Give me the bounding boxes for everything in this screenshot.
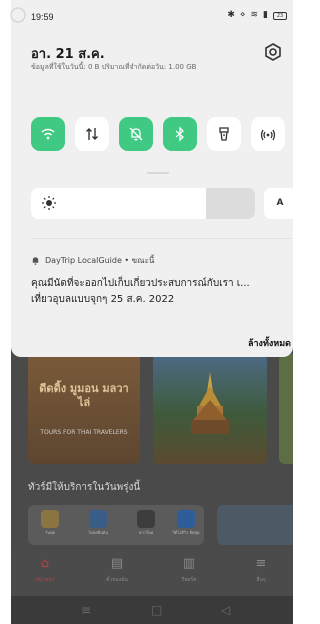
- system-nav-bar: ≡ □ ◁: [11, 596, 293, 624]
- data-usage-text[interactable]: ข้อมูลที่ใช้ในวันนี้: 0 B ปริมาณที่จำกัด…: [31, 62, 196, 73]
- nav-report[interactable]: ▥ รีพอร์ต: [169, 556, 209, 584]
- nav-label: หน้าหลัก: [35, 577, 55, 583]
- app-bell-icon: [32, 257, 39, 265]
- quick-settings-row: [31, 117, 291, 151]
- wifi-status-icon: ≋: [250, 10, 259, 20]
- service-label: วิดีโอรีวิว Keep: [172, 530, 200, 535]
- flashlight-icon: [219, 127, 229, 141]
- hotspot-icon: [260, 129, 276, 141]
- temple-image: [191, 372, 229, 434]
- temple-card[interactable]: [153, 354, 267, 464]
- chart-icon: ▥: [182, 556, 196, 571]
- tile-hotspot[interactable]: [251, 117, 285, 151]
- hero-banner-title: ดีดดิ้ง มูมอน มลวาไล่: [39, 382, 129, 409]
- vibrate-status-icon: ⋄: [239, 10, 246, 20]
- service-label: โหลดยืนยัน: [88, 530, 108, 535]
- service-item[interactable]: วิดีโอรีวิว Keep: [172, 510, 200, 535]
- settings-gear-icon[interactable]: [263, 42, 283, 62]
- sun-icon: [42, 196, 56, 210]
- nav-home[interactable]: ⌂ หน้าหลัก: [25, 556, 65, 584]
- service-icon: [177, 510, 195, 528]
- service-icon: [137, 510, 155, 528]
- date-label[interactable]: อา. 21 ส.ค.: [31, 47, 105, 62]
- nav-more[interactable]: ≡ อื่นๆ: [241, 556, 281, 584]
- bottom-nav: ⌂ หน้าหลัก ▤ ตั๋วของฉัน ▥ รีพอร์ต ≡ อื่น…: [11, 550, 293, 594]
- wifi-icon: [41, 128, 55, 140]
- nav-tickets[interactable]: ▤ ตั๋วของฉัน: [97, 556, 137, 584]
- notification-shade: 19:59 ✱ ⋄ ≋ ▮ 23 อา. 21 ส.ค. ข้อมูลที่ใช…: [11, 0, 296, 357]
- bluetooth-status-icon: ✱: [227, 10, 235, 20]
- partial-card[interactable]: [279, 354, 293, 464]
- watermark-logo: [10, 7, 26, 23]
- back-button[interactable]: ◁: [221, 603, 230, 617]
- data-arrows-icon: [86, 128, 98, 140]
- home-icon: ⌂: [40, 556, 50, 571]
- hero-banner-card[interactable]: ดีดดิ้ง มูมอน มลวาไล่ TOURS FOR THAI TRA…: [28, 354, 140, 464]
- side-card[interactable]: [217, 505, 293, 545]
- service-icon: [41, 510, 59, 528]
- battery-icon: 23: [273, 11, 287, 20]
- nav-label: รีพอร์ต: [181, 577, 197, 583]
- tile-flashlight[interactable]: [207, 117, 241, 151]
- recents-button[interactable]: ≡: [81, 603, 91, 617]
- nav-label: ตั๋วของฉัน: [106, 577, 128, 583]
- service-icon: [89, 510, 107, 528]
- bluetooth-icon: [175, 126, 184, 142]
- tile-bluetooth[interactable]: [163, 117, 197, 151]
- brightness-slider[interactable]: [31, 188, 255, 219]
- nav-label: อื่นๆ: [256, 577, 266, 583]
- tile-silent[interactable]: [119, 117, 153, 151]
- service-item[interactable]: โหลดยืนยัน: [84, 510, 112, 535]
- section-title: ทัวร์มีให้บริการในวันพรุ่งนี้: [28, 482, 141, 493]
- notification-card[interactable]: คุณมีนัดที่จะออกไปเก็บเกี่ยวประสบการณ์กั…: [31, 276, 301, 308]
- menu-icon: ≡: [255, 556, 267, 571]
- bell-off-icon: [129, 127, 143, 141]
- notification-line-1: คุณมีนัดที่จะออกไปเก็บเกี่ยวประสบการณ์กั…: [31, 278, 250, 289]
- status-icons: ✱ ⋄ ≋ ▮ 23: [227, 10, 287, 21]
- date-row: อา. 21 ส.ค.: [31, 43, 105, 64]
- tile-wifi[interactable]: [31, 117, 65, 151]
- notification-header: DayTrip LocalGuide • ขณะนี้: [31, 254, 154, 267]
- home-button[interactable]: □: [151, 603, 162, 617]
- ticket-icon: ▤: [110, 556, 124, 571]
- status-time: 19:59: [31, 12, 54, 22]
- brightness-fill: [31, 188, 206, 219]
- status-bar: 19:59 ✱ ⋄ ≋ ▮ 23: [11, 0, 293, 24]
- tile-mobile-data[interactable]: [75, 117, 109, 151]
- service-item[interactable]: ข่าวใหม่: [132, 510, 160, 535]
- divider: [31, 238, 291, 239]
- service-label: ข่าวใหม่: [138, 530, 154, 535]
- hero-banner-subtitle: TOURS FOR THAI TRAVELERS: [40, 429, 128, 436]
- shade-drag-handle[interactable]: [147, 172, 169, 174]
- auto-brightness-button[interactable]: A: [264, 188, 296, 219]
- clear-all-button[interactable]: ล้างทั้งหมด: [248, 336, 291, 350]
- signal-status-icon: ▮: [263, 10, 268, 20]
- services-card: วันพุธ โหลดยืนยัน ข่าวใหม่ วิดีโอรีวิว K…: [28, 505, 204, 545]
- service-item[interactable]: วันพุธ: [36, 510, 64, 535]
- service-label: วันพุธ: [44, 530, 56, 535]
- notification-app-name: DayTrip LocalGuide • ขณะนี้: [45, 256, 155, 265]
- notification-line-2: เที่ยวอุบลแบบจุกๆ 25 ส.ค. 2022: [31, 294, 175, 305]
